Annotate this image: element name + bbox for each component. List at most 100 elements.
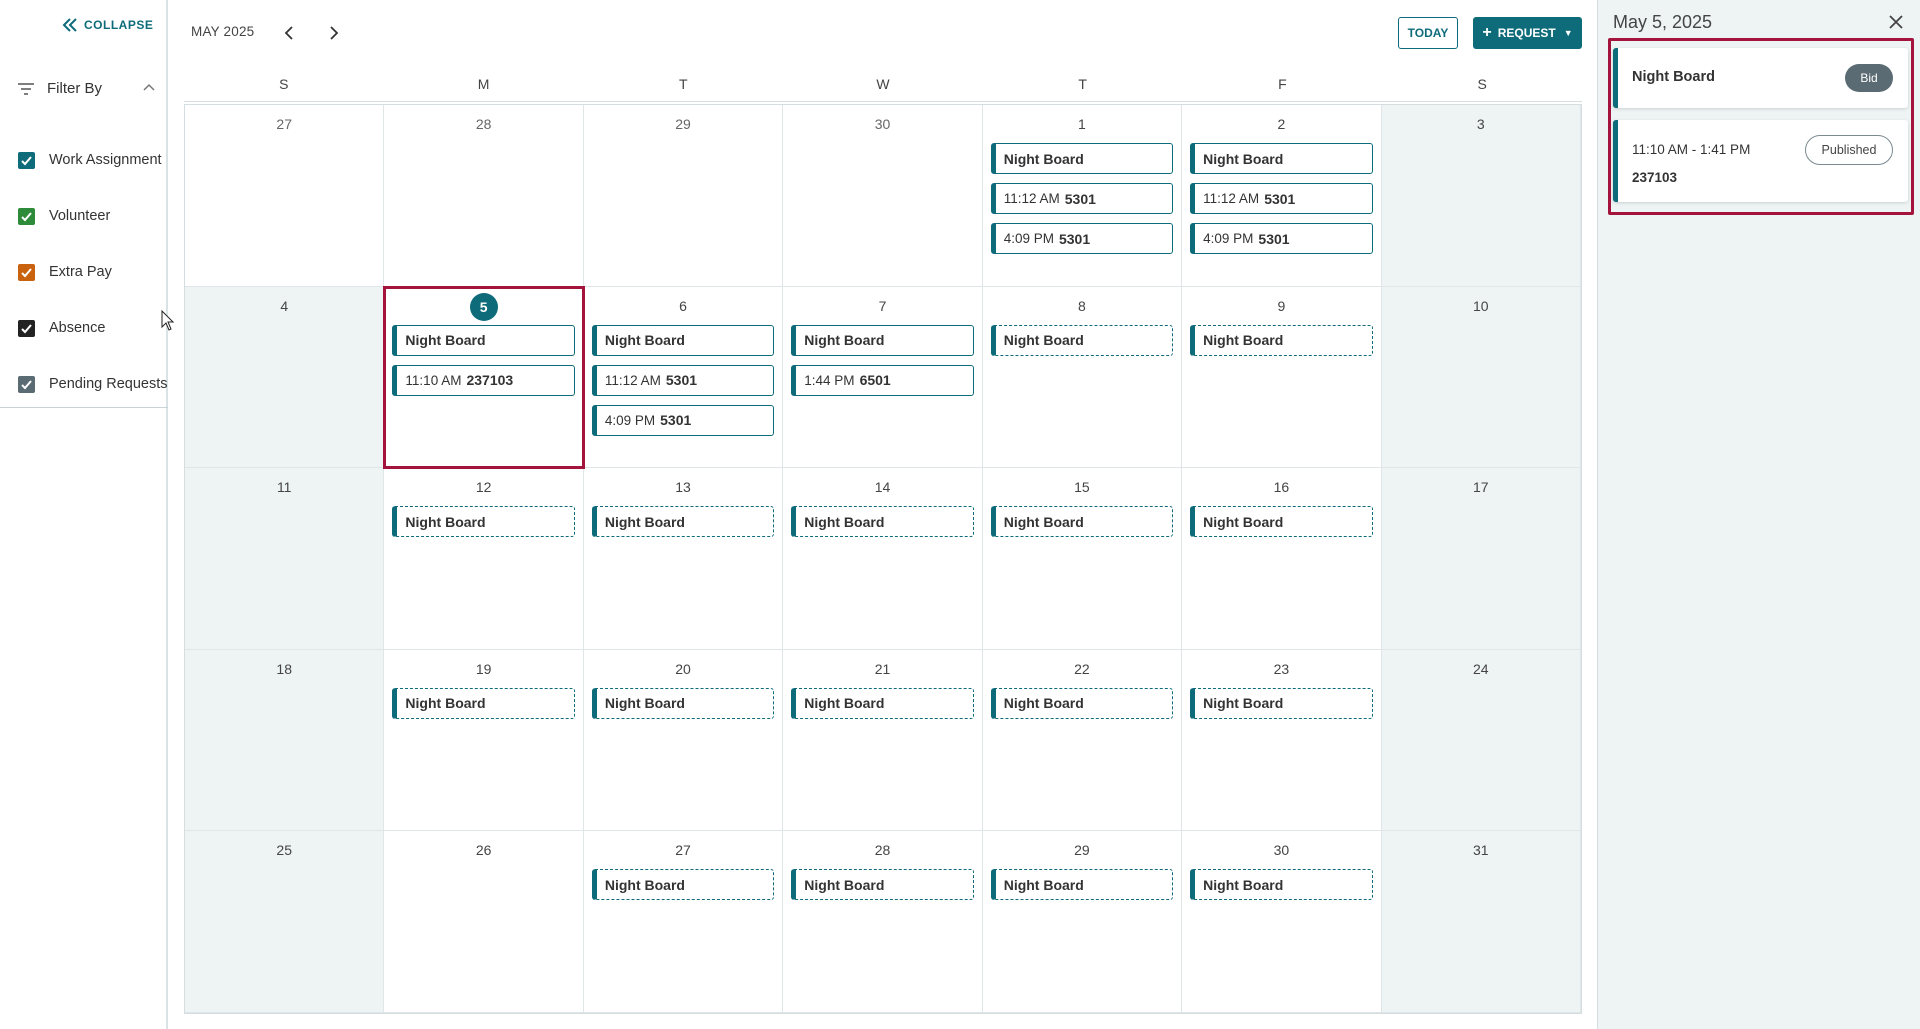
calendar-day-cell[interactable]: 10 <box>1381 286 1581 469</box>
today-button[interactable]: TODAY <box>1398 17 1458 49</box>
calendar-event[interactable]: Night Board <box>990 869 1174 901</box>
calendar-day-cell[interactable]: 27 <box>185 105 385 287</box>
chevron-up-icon[interactable] <box>142 82 156 92</box>
filter-item[interactable]: Pending Requests <box>18 356 168 412</box>
event-card-night-board[interactable]: Night Board Bid <box>1613 48 1908 108</box>
day-number: 6 <box>679 297 687 314</box>
prev-month-button[interactable] <box>278 22 300 44</box>
calendar-day-cell[interactable]: 14 Night Board <box>783 468 983 650</box>
calendar-day-cell[interactable]: 21 Night Board <box>783 649 983 832</box>
request-label: REQUEST <box>1497 26 1556 40</box>
calendar-day-cell[interactable]: 25 <box>185 831 385 1013</box>
calendar-day-cell[interactable]: 29 <box>583 105 784 287</box>
calendar-day-cell[interactable]: 8 Night Board <box>982 286 1183 469</box>
calendar-event[interactable]: Night Board <box>392 506 575 538</box>
calendar-event[interactable]: Night Board <box>990 324 1174 356</box>
calendar-day-cell[interactable]: 7 Night Board 1:44 PM 6501 <box>783 286 983 469</box>
collapse-button[interactable]: COLLAPSE <box>61 17 153 33</box>
calendar-event[interactable]: Night Board <box>791 506 974 538</box>
calendar-event[interactable]: 11:12 AM 5301 <box>990 183 1174 214</box>
calendar-event[interactable]: Night Board <box>1190 143 1373 174</box>
calendar-event[interactable]: Night Board <box>791 869 974 901</box>
double-chevron-left-icon <box>62 18 77 32</box>
calendar-event[interactable]: 4:09 PM 5301 <box>1190 223 1373 254</box>
calendar-event[interactable]: Night Board <box>990 506 1174 538</box>
next-month-button[interactable] <box>323 22 345 44</box>
calendar-day-cell[interactable]: 2 Night Board 11:12 AM 5301 4:09 PM 5301 <box>1182 105 1382 287</box>
event-list: Night Board 1:44 PM 6501 <box>783 324 981 396</box>
calendar-day-cell[interactable]: 26 <box>384 831 584 1013</box>
calendar-day-cell[interactable]: 30 Night Board <box>1182 831 1382 1013</box>
calendar-event[interactable]: Night Board <box>392 687 575 719</box>
calendar-day-cell[interactable]: 23 Night Board <box>1182 649 1382 832</box>
calendar-event[interactable]: 4:09 PM 5301 <box>591 404 775 436</box>
event-title: Night Board <box>1003 513 1084 530</box>
calendar-grid: 27 28 29 30 1 Night Board 11:12 AM 5301 4:09 PM 5… <box>184 104 1582 1014</box>
calendar-day-cell[interactable]: 5 Night Board 11:10 AM 237103 <box>383 285 585 470</box>
event-title: Night Board <box>1003 150 1084 167</box>
calendar-day-cell[interactable]: 24 <box>1381 649 1581 832</box>
calendar-event[interactable]: Night Board <box>392 324 575 356</box>
calendar-event[interactable]: Night Board <box>591 869 775 901</box>
calendar-day-cell[interactable]: 30 <box>783 105 983 287</box>
calendar-day-cell[interactable]: 4 <box>185 286 385 469</box>
request-button[interactable]: + REQUEST ▼ <box>1473 17 1582 49</box>
checkbox-checked-icon[interactable] <box>18 151 35 169</box>
calendar-event[interactable]: Night Board <box>791 687 974 719</box>
calendar-day-cell[interactable]: 29 Night Board <box>982 831 1183 1013</box>
day-number: 16 <box>1273 479 1290 496</box>
calendar-event[interactable]: 4:09 PM 5301 <box>990 223 1174 254</box>
calendar-event[interactable]: Night Board <box>591 506 775 538</box>
filter-item[interactable]: Volunteer <box>18 188 168 244</box>
calendar-day-cell[interactable]: 31 <box>1381 831 1581 1013</box>
calendar-day-cell[interactable]: 12 Night Board <box>384 468 584 650</box>
calendar-event[interactable]: 11:10 AM 237103 <box>392 364 575 396</box>
day-number: 27 <box>675 842 691 859</box>
calendar-day-cell[interactable]: 20 Night Board <box>583 649 784 832</box>
calendar-day-cell[interactable]: 18 <box>185 649 385 832</box>
filter-item[interactable]: Work Assignment <box>18 132 168 188</box>
day-number: 30 <box>1273 842 1290 859</box>
calendar-day-cell[interactable]: 22 Night Board <box>982 649 1183 832</box>
calendar-event[interactable]: Night Board <box>591 324 775 356</box>
checkbox-checked-icon[interactable] <box>18 375 35 393</box>
event-code: 5301 <box>665 372 698 389</box>
calendar-event[interactable]: 11:12 AM 5301 <box>591 364 775 396</box>
calendar-day-cell[interactable]: 9 Night Board <box>1182 286 1382 469</box>
calendar-day-cell[interactable]: 3 <box>1381 105 1581 287</box>
checkbox-checked-icon[interactable] <box>18 319 35 337</box>
day-number: 25 <box>276 842 292 859</box>
calendar-day-cell[interactable]: 17 <box>1381 468 1581 650</box>
calendar-day-cell[interactable]: 1 Night Board 11:12 AM 5301 4:09 PM 5301 <box>982 105 1183 287</box>
bid-button[interactable]: Bid <box>1845 64 1893 92</box>
calendar-event[interactable]: Night Board <box>791 324 974 356</box>
calendar-day-cell[interactable]: 15 Night Board <box>982 468 1183 650</box>
day-number: 27 <box>276 116 292 132</box>
calendar-event[interactable]: 11:12 AM 5301 <box>1190 183 1373 214</box>
calendar-day-cell[interactable]: 28 Night Board <box>783 831 983 1013</box>
calendar-day-cell[interactable]: 28 <box>384 105 584 287</box>
calendar-event[interactable]: Night Board <box>990 687 1174 719</box>
close-icon[interactable] <box>1886 12 1906 32</box>
event-time: 1:44 PM <box>804 372 855 388</box>
calendar-day-cell[interactable]: 11 <box>185 468 385 650</box>
checkbox-checked-icon[interactable] <box>18 207 35 225</box>
calendar-event[interactable]: Night Board <box>1190 324 1373 356</box>
filter-header[interactable]: Filter By <box>17 80 155 97</box>
event-card-assignment[interactable]: 11:10 AM - 1:41 PM 237103 Published <box>1613 120 1908 202</box>
calendar-event[interactable]: Night Board <box>1190 506 1373 538</box>
filter-item[interactable]: Absence <box>18 300 168 356</box>
calendar-day-cell[interactable]: 13 Night Board <box>583 468 784 650</box>
calendar-day-cell[interactable]: 6 Night Board 11:12 AM 5301 4:09 PM 5301 <box>583 286 784 469</box>
calendar-event[interactable]: Night Board <box>1190 687 1373 719</box>
checkbox-checked-icon[interactable] <box>18 263 35 281</box>
calendar-day-cell[interactable]: 16 Night Board <box>1182 468 1382 650</box>
calendar-event[interactable]: 1:44 PM 6501 <box>791 364 974 396</box>
filter-item[interactable]: Extra Pay <box>18 244 168 300</box>
calendar-day-cell[interactable]: 27 Night Board <box>583 831 784 1013</box>
event-title: Night Board <box>1003 695 1084 712</box>
calendar-event[interactable]: Night Board <box>1190 869 1373 901</box>
calendar-event[interactable]: Night Board <box>990 143 1174 174</box>
calendar-event[interactable]: Night Board <box>591 687 775 719</box>
calendar-day-cell[interactable]: 19 Night Board <box>384 649 584 832</box>
